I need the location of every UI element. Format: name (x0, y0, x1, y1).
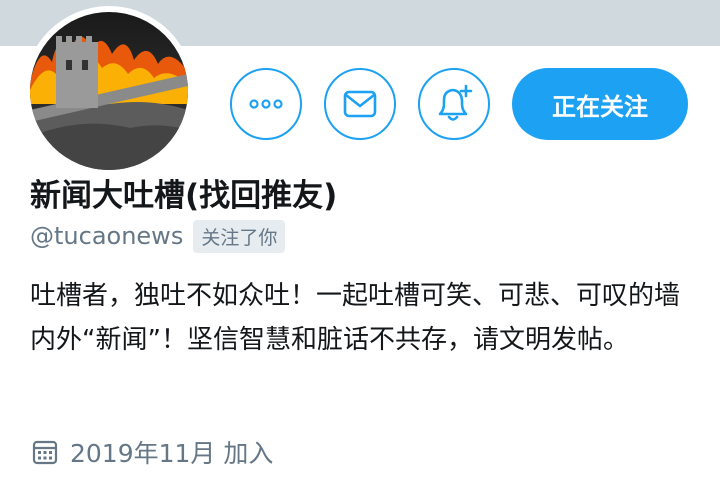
notifications-button[interactable] (418, 68, 490, 140)
profile-avatar[interactable] (24, 6, 194, 176)
following-button[interactable]: 正在关注 (512, 68, 688, 140)
profile-display-name: 新闻大吐槽(找回推友) (30, 178, 338, 214)
profile-bio: 吐槽者，独吐不如众吐！一起吐槽可笑、可悲、可叹的墙内外“新闻”！坚信智慧和脏话不… (30, 281, 681, 355)
more-button[interactable] (230, 68, 302, 140)
joined-date: 2019年11月 加入 (70, 439, 274, 468)
bell-plus-icon (438, 84, 473, 121)
message-button[interactable] (324, 68, 396, 140)
profile-handle: @tucaonews (30, 222, 184, 250)
follows-you-badge: 关注了你 (193, 219, 286, 253)
calendar-icon (32, 440, 58, 465)
envelope-icon (343, 90, 377, 118)
joined-date-row: 2019年11月 加入 (32, 434, 273, 470)
avatar-image (30, 12, 188, 170)
handle-row: @tucaonews 关注了你 (30, 218, 286, 254)
more-horizontal-icon (249, 99, 283, 109)
following-button-label: 正在关注 (552, 92, 648, 121)
